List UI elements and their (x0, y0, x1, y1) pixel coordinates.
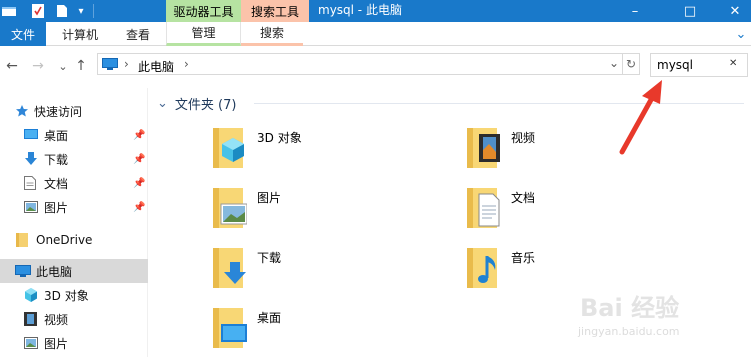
breadcrumb-separator: › (124, 57, 129, 71)
maximize-button[interactable]: □ (667, 0, 713, 22)
ribbon-expand-icon[interactable]: ⌄ (731, 22, 751, 46)
breadcrumb-separator: › (184, 57, 189, 71)
address-dropdown-icon[interactable]: ⌄ (609, 56, 619, 70)
group-divider (254, 103, 744, 104)
folder-label: 下载 (257, 251, 282, 265)
folder-pictures[interactable]: 图片 (211, 184, 471, 234)
picture-icon (213, 188, 247, 228)
search-box[interactable]: mysql ✕ (650, 53, 748, 77)
tab-search-tools[interactable]: 搜索工具 (241, 0, 309, 22)
sidebar-item-desktop[interactable]: 桌面 📌 (0, 123, 148, 147)
ribbon-tabs: 文件 计算机 查看 管理 搜索 ⌄ (0, 22, 751, 46)
back-button[interactable]: ← (3, 57, 21, 75)
sidebar-item-pictures[interactable]: 图片 📌 (0, 195, 148, 219)
search-input[interactable]: mysql (657, 58, 693, 72)
desktop-icon (213, 308, 247, 348)
desktop-icon (24, 129, 38, 143)
sidebar-item-quick-access[interactable]: 快速访问 (0, 99, 148, 123)
sidebar-item-label: 视频 (44, 312, 69, 327)
title-bar: ▾ 驱动器工具 搜索工具 mysql - 此电脑 – □ ✕ (0, 0, 751, 22)
picture-icon (24, 201, 38, 215)
breadcrumb-this-pc[interactable]: 此电脑 (138, 58, 174, 75)
app-icon[interactable] (0, 0, 18, 22)
sidebar-item-videos[interactable]: 视频 (0, 307, 148, 331)
picture-icon (24, 337, 38, 351)
cube-icon (24, 288, 38, 302)
sidebar-item-label: 3D 对象 (44, 288, 89, 303)
sidebar-item-onedrive[interactable]: OneDrive (0, 228, 148, 252)
download-icon (213, 248, 246, 288)
minimize-button[interactable]: – (612, 0, 658, 22)
folder-label: 音乐 (511, 251, 536, 265)
folder-3d-objects[interactable]: 3D 对象 (211, 124, 471, 174)
pin-icon[interactable]: 📌 (133, 178, 145, 189)
watermark-url: jingyan.baidu.com (578, 325, 680, 338)
music-icon (467, 248, 497, 288)
star-icon (15, 104, 29, 118)
cube-icon (213, 128, 244, 168)
video-icon (24, 312, 38, 326)
folder-label: 3D 对象 (257, 131, 302, 145)
pin-icon[interactable]: 📌 (133, 130, 145, 141)
pin-icon[interactable]: 📌 (133, 154, 145, 165)
folder-label: 视频 (511, 131, 536, 145)
up-button[interactable]: ↑ (72, 57, 90, 75)
chevron-down-icon[interactable]: ⌄ (157, 96, 168, 111)
tab-computer[interactable]: 计算机 (50, 22, 110, 46)
recent-locations-icon[interactable]: ⌄ (54, 57, 72, 75)
folder-music[interactable]: 音乐 (465, 244, 725, 294)
tab-search[interactable]: 搜索 (241, 22, 303, 46)
sidebar-item-label: 图片 (44, 200, 69, 215)
sidebar-item-label: 桌面 (44, 128, 69, 143)
close-button[interactable]: ✕ (719, 0, 751, 22)
computer-icon (102, 58, 118, 74)
sidebar-item-documents[interactable]: 文档 📌 (0, 171, 148, 195)
customize-toolbar-icon[interactable]: ▾ (74, 0, 88, 22)
folder-label: 桌面 (257, 311, 282, 325)
sidebar-item-this-pc[interactable]: 此电脑 (0, 259, 148, 283)
sidebar-item-label: 此电脑 (36, 264, 73, 279)
folder-documents[interactable]: 文档 (465, 184, 725, 234)
download-icon (24, 152, 38, 166)
tab-file[interactable]: 文件 (0, 22, 46, 46)
video-icon (467, 128, 500, 168)
sidebar-item-label: 快速访问 (34, 104, 83, 119)
properties-icon[interactable] (30, 0, 46, 22)
folder-desktop[interactable]: 桌面 (211, 304, 471, 354)
document-icon (467, 188, 500, 228)
document-icon (24, 176, 38, 190)
new-folder-icon[interactable] (54, 0, 70, 22)
folder-label: 图片 (257, 191, 282, 205)
folders-group-header[interactable]: ⌄ 文件夹 (7) (157, 93, 236, 113)
pin-icon[interactable]: 📌 (133, 202, 145, 213)
refresh-button[interactable]: ↻ (623, 53, 640, 75)
sidebar-item-3d-objects[interactable]: 3D 对象 (0, 283, 148, 307)
clear-search-icon[interactable]: ✕ (729, 58, 737, 69)
sidebar-item-pictures[interactable]: 图片 (0, 331, 148, 355)
tab-drive-tools[interactable]: 驱动器工具 (166, 0, 241, 22)
group-title: 文件夹 (7) (174, 97, 237, 113)
sidebar-item-label: 文档 (44, 176, 69, 191)
navigation-pane: 快速访问 桌面 📌 下载 📌 文档 📌 图片 📌 OneDrive 此电脑 3D… (0, 88, 148, 357)
folder-videos[interactable]: 视频 (465, 124, 725, 174)
folder-icon (16, 233, 30, 247)
watermark-logo: Bai 经验 (580, 294, 680, 322)
tab-manage[interactable]: 管理 (166, 22, 241, 46)
sidebar-item-label: 图片 (44, 336, 69, 351)
folder-downloads[interactable]: 下载 (211, 244, 471, 294)
sidebar-item-label: OneDrive (36, 233, 93, 247)
address-bar[interactable]: › 此电脑 › ⌄ (97, 53, 623, 75)
sidebar-item-label: 下载 (44, 152, 69, 167)
forward-button[interactable]: → (29, 57, 47, 75)
sidebar-item-downloads[interactable]: 下载 📌 (0, 147, 148, 171)
tab-view[interactable]: 查看 (112, 22, 164, 46)
window-title: mysql - 此电脑 (318, 3, 402, 17)
computer-icon (15, 265, 31, 279)
folder-label: 文档 (511, 191, 536, 205)
